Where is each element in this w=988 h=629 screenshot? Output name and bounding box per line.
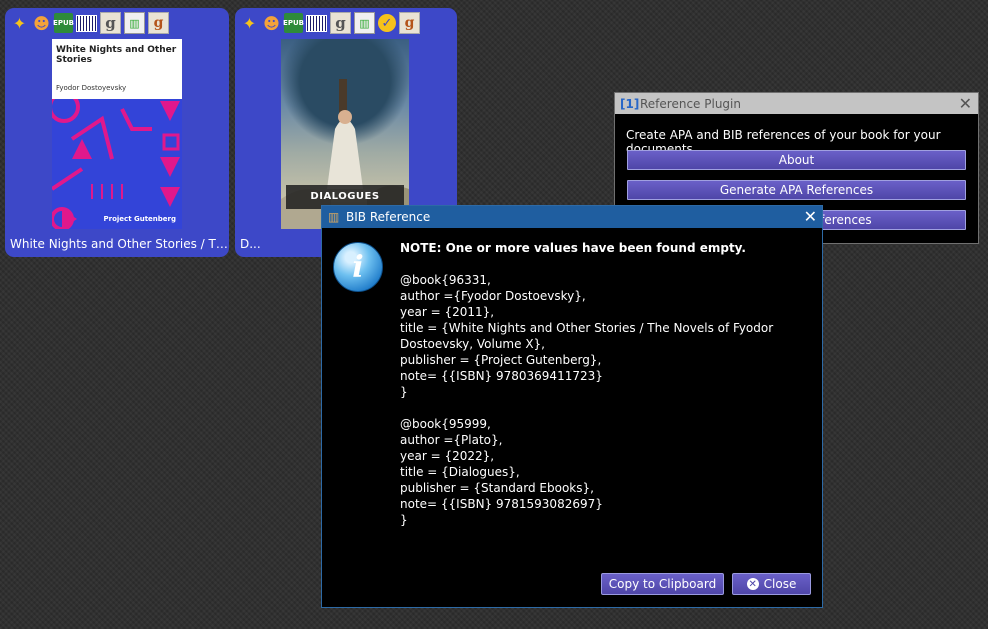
- close-icon[interactable]: ✕: [959, 94, 972, 113]
- stats-icon[interactable]: ▥: [354, 12, 375, 34]
- wand-icon[interactable]: ✦: [10, 13, 29, 33]
- close-button[interactable]: ✕ Close: [732, 573, 811, 595]
- goodreads-badge-icon[interactable]: g: [148, 12, 169, 34]
- close-label: Close: [763, 577, 797, 591]
- copy-to-clipboard-button[interactable]: Copy to Clipboard: [601, 573, 724, 595]
- goodreads-icon[interactable]: g: [100, 12, 121, 34]
- plugin-icon: [1]: [620, 96, 640, 111]
- barcode-icon[interactable]: [76, 14, 97, 32]
- cover-pattern: [52, 91, 180, 229]
- book-icons: ✦ ☻ EPUB g ▥ ✓ g: [240, 12, 420, 34]
- author-icon[interactable]: ☻: [32, 13, 51, 33]
- book-title[interactable]: White Nights and Other Stories / The N..…: [10, 237, 228, 251]
- close-circle-icon: ✕: [746, 578, 759, 590]
- book-icons: ✦ ☻ EPUB g ▥ g: [10, 12, 169, 34]
- bib-reference-dialog: ▥ BIB Reference ✕ i NOTE: One or more va…: [321, 205, 823, 608]
- wand-icon[interactable]: ✦: [240, 13, 259, 33]
- cover-title: White Nights and Other Stories: [56, 45, 177, 65]
- plugin-title: Reference Plugin: [640, 96, 741, 111]
- book-cover[interactable]: DIALOGUES: [281, 39, 409, 229]
- cover-author: Fyodor Dostoyevsky: [56, 84, 127, 92]
- info-icon: i: [333, 242, 383, 292]
- barcode-icon[interactable]: [306, 14, 327, 32]
- epub-icon[interactable]: EPUB: [283, 13, 304, 33]
- copy-label: Copy to Clipboard: [608, 577, 717, 591]
- empty-values-note: NOTE: One or more values have been found…: [400, 241, 746, 255]
- stats-icon[interactable]: ▥: [124, 12, 145, 34]
- books-icon: ▥: [328, 210, 340, 224]
- about-button[interactable]: About: [627, 150, 966, 170]
- check-icon[interactable]: ✓: [378, 14, 396, 32]
- cover-art: [52, 91, 182, 229]
- cover-publisher: Project Gutenberg: [103, 215, 177, 223]
- close-icon[interactable]: ✕: [804, 207, 817, 226]
- author-icon[interactable]: ☻: [262, 13, 281, 33]
- epub-icon[interactable]: EPUB: [53, 13, 74, 33]
- generate-apa-button[interactable]: Generate APA References: [627, 180, 966, 200]
- dialog-title-bar[interactable]: ▥ BIB Reference ✕: [322, 206, 822, 228]
- bib-reference-text[interactable]: @book{96331, author ={Fyodor Dostoevsky}…: [400, 272, 810, 528]
- goodreads-badge-icon[interactable]: g: [399, 12, 420, 34]
- book-card[interactable]: ✦ ☻ EPUB g ▥ g White Nights and Other St…: [5, 8, 229, 257]
- plugin-title-bar[interactable]: [1] Reference Plugin ✕: [615, 93, 978, 114]
- book-cover[interactable]: White Nights and Other Stories Fyodor Do…: [52, 39, 182, 229]
- goodreads-icon[interactable]: g: [330, 12, 351, 34]
- dialog-title: BIB Reference: [346, 210, 431, 224]
